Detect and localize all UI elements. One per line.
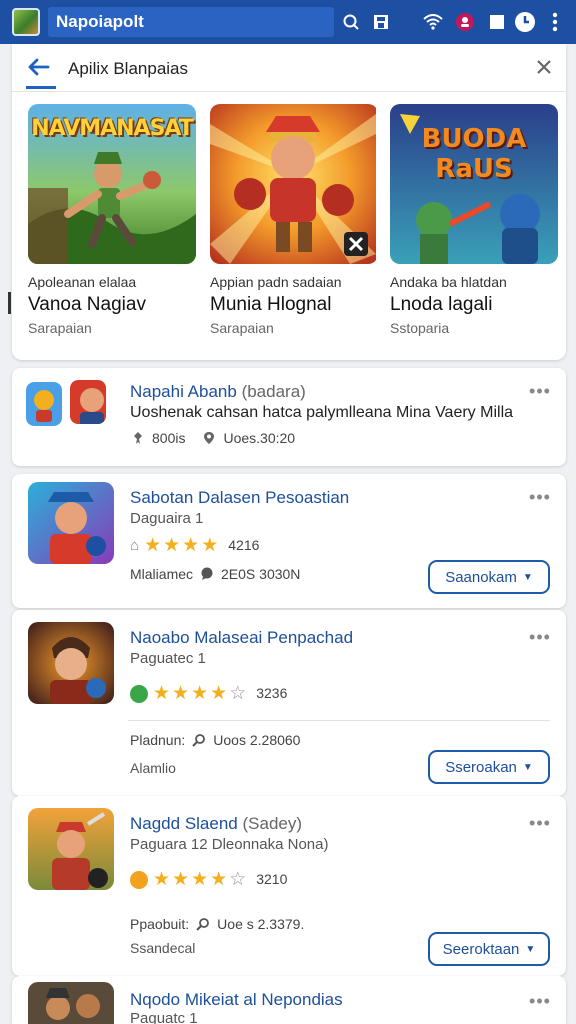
install-button-3[interactable]: Sseroakan ▼ (428, 750, 550, 784)
star-empty-icon: ☆ (229, 683, 247, 704)
install-button-4[interactable]: Seeroktaan ▼ (428, 932, 550, 966)
app-meta-2: Mlaliamec 2E0S 3030N (130, 566, 301, 582)
scroll-indicator (8, 292, 11, 314)
window-title: Napoiapolt (56, 12, 144, 31)
app-detail-4: Ppaobuit: Uoe s 2.3379. (130, 916, 305, 932)
star-icon: ★ (210, 683, 228, 704)
app-list-item-3[interactable]: Naoabo Malaseai Penpachad Paguatec 1 ★ ★… (12, 610, 566, 796)
featured-app-3-title[interactable]: Lnoda lagali (390, 294, 492, 316)
badge-icon: ⌂ (130, 537, 140, 554)
location-icon (201, 430, 217, 446)
star-icon: ★ (153, 869, 171, 890)
clock-icon (514, 11, 536, 33)
square-icon[interactable] (486, 11, 508, 33)
app-list-item-5[interactable]: Nqodo Mikeiat al Nepondias Paguatc 1 ••• (12, 976, 566, 1024)
rating-value-4: 3210 (256, 871, 288, 887)
app-title-2[interactable]: Sabotan Dalasen Pesoastian (130, 488, 349, 508)
app-thumbnail-icon[interactable] (12, 8, 40, 36)
notification-icon[interactable] (454, 11, 476, 33)
app-subtitle-4: Paguara 12 Dleonnaka Nona) (130, 836, 329, 853)
featured-app-3-subtitle: Sstoparia (390, 320, 450, 336)
install-button-2[interactable]: Saanokam ▼ (428, 560, 550, 594)
app-description-1: Uoshenak cahsan hatca palymlleana Mina V… (130, 404, 514, 421)
wifi-icon (422, 11, 444, 33)
featured-app-1-logo-text: NAVMANASAT (31, 116, 194, 141)
star-icon: ★ (191, 869, 209, 890)
rating-stars-4: ★ ★ ★ ★ ☆ 3210 (130, 870, 287, 889)
featured-app-2-title[interactable]: Munia Hlognal (210, 294, 331, 316)
app-meta-1: 800is Uoes.30:20 (130, 430, 295, 446)
featured-app-1-title[interactable]: Vanoa Nagiav (28, 294, 146, 316)
chevron-down-icon: ▼ (522, 571, 533, 583)
app-detail-line-3: Alamlio (130, 760, 176, 776)
featured-app-3-caption: Andaka ba hlatdan (390, 274, 507, 290)
verified-badge-icon (130, 684, 148, 703)
star-icon: ★ (144, 535, 162, 556)
star-icon: ★ (182, 535, 200, 556)
divider (128, 720, 550, 721)
more-vertical-icon[interactable] (544, 11, 566, 33)
rating-stars-2: ⌂ ★ ★ ★ ★ 4216 (130, 536, 259, 555)
pin-icon (130, 430, 146, 446)
search-input[interactable]: Apilix Blanpaias (68, 59, 188, 79)
search-bar: Apilix Blanpaias (12, 44, 566, 92)
back-underline (26, 86, 56, 89)
search-results-header: Apilix Blanpaias NAVMANASAT Apoleanan el… (12, 44, 566, 360)
save-icon[interactable] (370, 11, 392, 33)
verified-badge-icon (130, 870, 148, 889)
star-icon: ★ (210, 869, 228, 890)
featured-app-1-subtitle: Sarapaian (28, 320, 92, 336)
app-icon-4[interactable] (28, 808, 114, 890)
featured-app-1-image[interactable]: NAVMANASAT (28, 104, 196, 264)
app-detail-3: Pladnun: Uoos 2.28060 (130, 732, 301, 748)
star-empty-icon: ☆ (229, 869, 247, 890)
chevron-down-icon: ▼ (525, 943, 536, 955)
rating-value-2: 4216 (228, 537, 260, 553)
status-bar: Napoiapolt (0, 0, 576, 44)
app-title-1[interactable]: Napahi Abanb (badara) (130, 382, 306, 402)
more-options-icon[interactable]: ••• (528, 382, 552, 402)
search-circle-icon[interactable] (340, 11, 362, 33)
star-icon: ★ (191, 683, 209, 704)
app-subtitle-5: Paguatc 1 (130, 1010, 198, 1024)
featured-app-2-subtitle: Sarapaian (210, 320, 274, 336)
arrow-left-icon[interactable] (26, 54, 52, 80)
featured-app-2-image[interactable] (210, 104, 378, 264)
app-list-item-4[interactable]: Nagdd Slaend (Sadey) Paguara 12 Dleonnak… (12, 796, 566, 976)
star-icon: ★ (153, 683, 171, 704)
app-subtitle-3: Paguatec 1 (130, 650, 206, 667)
app-subtitle-2: Daguaira 1 (130, 510, 204, 527)
star-icon: ★ (163, 535, 181, 556)
featured-app-1-caption: Apoleanan elalaa (28, 274, 137, 290)
more-options-icon[interactable]: ••• (528, 488, 552, 508)
star-icon: ★ (172, 683, 190, 704)
star-icon: ★ (172, 869, 190, 890)
close-icon[interactable] (532, 55, 556, 79)
app-icon-2[interactable] (28, 482, 114, 564)
app-list-item-1[interactable]: Napahi Abanb (badara) Uoshenak cahsan ha… (12, 368, 566, 466)
app-icon-5[interactable] (28, 982, 114, 1024)
rating-value-3: 3236 (256, 685, 288, 701)
featured-app-3-image[interactable]: BUODA RaUS (390, 104, 558, 264)
more-options-icon[interactable]: ••• (528, 992, 552, 1012)
rating-stars-3: ★ ★ ★ ★ ☆ 3236 (130, 684, 287, 703)
app-detail-line-4: Ssandecal (130, 940, 196, 956)
app-icon-3[interactable] (28, 622, 114, 704)
chevron-down-icon: ▼ (522, 761, 533, 773)
featured-app-3-logo-text: BUODA RaUS (421, 124, 527, 184)
chat-icon (199, 566, 215, 582)
search-icon (195, 916, 211, 932)
search-icon (191, 732, 207, 748)
more-options-icon[interactable]: ••• (528, 628, 552, 648)
app-title-5[interactable]: Nqodo Mikeiat al Nepondias (130, 990, 343, 1010)
more-options-icon[interactable]: ••• (528, 814, 552, 834)
app-icon-small-2[interactable] (70, 380, 106, 424)
featured-app-2-caption: Appian padn sadaian (210, 274, 342, 290)
star-icon: ★ (201, 535, 219, 556)
app-title-4[interactable]: Nagdd Slaend (Sadey) (130, 814, 302, 834)
app-icon-small-1[interactable] (26, 382, 62, 426)
app-list-item-2[interactable]: Sabotan Dalasen Pesoastian Daguaira 1 ⌂ … (12, 474, 566, 608)
app-title-3[interactable]: Naoabo Malaseai Penpachad (130, 628, 353, 648)
